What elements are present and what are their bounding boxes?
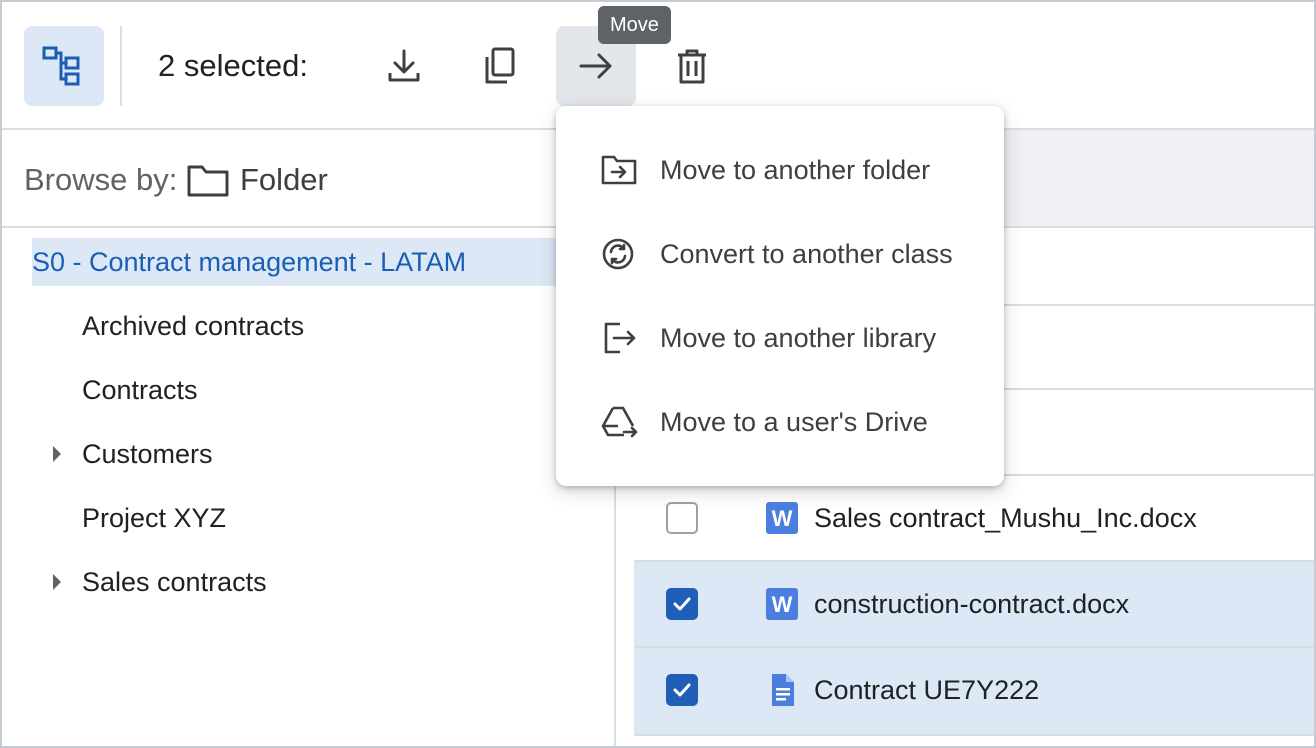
arrow-right-icon [579, 53, 612, 79]
menu-item-label: Move to another library [660, 323, 937, 353]
toolbar-divider [120, 26, 122, 106]
menu-item-convert-class[interactable]: Convert to another class [556, 212, 1004, 296]
tree-view-icon [42, 46, 80, 86]
row-checkbox[interactable] [666, 588, 698, 620]
download-icon [388, 49, 420, 82]
folder-tree-panel: Browse by: Folder S0 - Contract manageme… [2, 130, 616, 746]
menu-item-move-to-library[interactable]: Move to another library [556, 296, 1004, 380]
row-checkbox[interactable] [666, 502, 698, 534]
table-row[interactable]: W construction-contract.docx [634, 562, 1314, 648]
menu-item-move-to-drive[interactable]: Move to a user's Drive [556, 380, 1004, 464]
folder-icon [187, 165, 229, 197]
word-doc-icon: W [766, 502, 798, 534]
row-divider [634, 734, 1314, 736]
selected-count: 2 selected: [158, 48, 308, 83]
expand-caret-icon[interactable] [53, 446, 61, 462]
svg-text:W: W [772, 506, 793, 531]
tree-item-label: Archived contracts [82, 311, 305, 341]
copy-icon [485, 47, 515, 84]
file-name[interactable]: construction-contract.docx [814, 584, 1129, 624]
file-name[interactable]: Sales contract_Mushu_Inc.docx [814, 498, 1197, 538]
app-frame: 2 selected: Browse by: Folder S0 - Contr… [0, 0, 1316, 748]
svg-text:W: W [772, 592, 793, 617]
convert-icon [602, 238, 634, 270]
tree-item-label: Project XYZ [82, 503, 227, 533]
menu-item-label: Convert to another class [660, 239, 953, 269]
tree-item-customers[interactable]: Customers [82, 430, 213, 478]
checkmark-icon [673, 683, 691, 697]
menu-item-label: Move to a user's Drive [660, 407, 928, 437]
tree-item-label: Customers [82, 439, 213, 469]
tree-item-label: S0 - Contract management - LATAM [32, 247, 467, 277]
file-name[interactable]: Contract UE7Y222 [814, 670, 1039, 710]
exit-icon [604, 322, 636, 354]
move-menu: Move to another folder Convert to anothe… [556, 106, 1004, 486]
drive-move-icon [601, 406, 638, 438]
table-row[interactable]: Contract UE7Y222 [634, 648, 1314, 734]
download-button[interactable] [364, 26, 444, 106]
expand-caret-icon[interactable] [53, 574, 61, 590]
tree-item-sales-contracts[interactable]: Sales contracts [82, 558, 267, 606]
browse-by-row: Browse by: Folder [2, 130, 614, 228]
tree-item-contracts[interactable]: Contracts [82, 366, 198, 414]
tree-item-s0-contract-management[interactable]: S0 - Contract management - LATAM [32, 238, 556, 286]
table-row[interactable]: W Sales contract_Mushu_Inc.docx [634, 476, 1314, 562]
move-tooltip: Move [598, 6, 671, 44]
checkmark-icon [673, 597, 691, 611]
menu-item-label: Move to another folder [660, 155, 931, 185]
word-doc-icon: W [766, 588, 798, 620]
trash-icon [678, 49, 706, 84]
folder-move-icon [601, 155, 637, 185]
menu-item-move-to-folder[interactable]: Move to another folder [556, 128, 1004, 212]
row-checkbox[interactable] [666, 674, 698, 706]
tree-item-label: Sales contracts [82, 567, 267, 597]
google-doc-icon [772, 674, 794, 706]
tree-item-label: Contracts [82, 375, 198, 405]
browse-by-value[interactable]: Folder [240, 162, 328, 198]
copy-button[interactable] [460, 26, 540, 106]
tree-item-project-xyz[interactable]: Project XYZ [82, 494, 226, 542]
tree-item-archived-contracts[interactable]: Archived contracts [82, 302, 304, 350]
tree-view-toggle-button[interactable] [24, 26, 104, 106]
browse-by-label: Browse by: [24, 162, 178, 197]
